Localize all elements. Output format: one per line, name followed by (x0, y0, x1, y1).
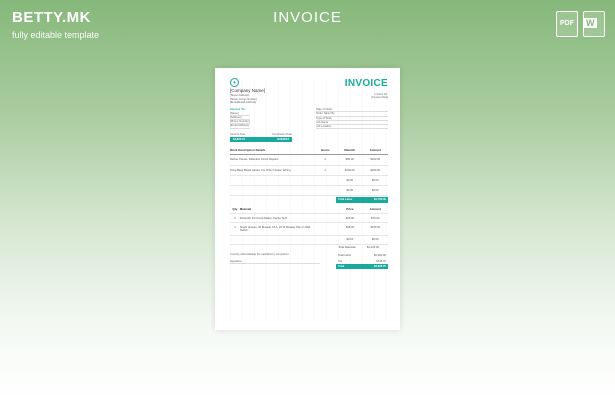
amount-due-label: Amount Due (230, 133, 245, 137)
format-icons: PDF W (556, 11, 605, 37)
table-row: Tiling Base Board Heater, For Other Heat… (230, 166, 388, 176)
completion-date-label: Completion Date (271, 133, 292, 137)
amount-due-block: Amount Due Completion Date $4,825.70 4/2… (230, 133, 292, 142)
tax-value: $145.70 (376, 259, 386, 263)
total-materials-value: $1,225.00 (367, 246, 379, 250)
company-logo-icon: ✦ (230, 78, 239, 87)
completion-date-value: 4/22/2016 (277, 137, 289, 141)
materials-table-header: Qty Material Price Amount (230, 207, 388, 215)
grand-total-box: Total $3,025.70 (336, 263, 388, 269)
work-desc (230, 189, 313, 192)
table-row: $0.00 $0.00 (230, 236, 388, 246)
bill-to: Invoice To: [Name] [Address] [Phone Numb… (230, 107, 250, 129)
work-rate: $100.00 (344, 168, 355, 172)
invoice-meta: INVOICE Invoice No. [Invoice Date] (345, 78, 388, 104)
mat-qty (230, 238, 240, 241)
invoice-title: INVOICE (344, 78, 388, 89)
mat-qty: 3 (234, 216, 236, 220)
work-rate: $0.00 (346, 189, 354, 193)
total-labor-box: Total Labor $1,700.00 (336, 197, 388, 203)
work-table: Work Description Details Hours Rate/Hr A… (230, 148, 388, 203)
work-amount: $200.00 (370, 168, 381, 172)
table-row: 4 Single phases, 30 Breaker 15 A, 20 W B… (230, 223, 388, 236)
work-col-rate: Rate/Hr (344, 148, 356, 153)
work-desc: Tiling Base Board Heater, For Other Heat… (230, 168, 291, 172)
table-row: $0.00 $0.00 (230, 186, 388, 197)
mat-price: $0.00 (346, 238, 354, 242)
materials-table: Qty Material Price Amount 3 Durbutter 3/… (230, 207, 388, 250)
mat-desc: Single phases, 30 Breaker 15 A, 20 W Bre… (239, 225, 311, 233)
pdf-icon[interactable]: PDF (556, 11, 578, 37)
company-line: [Email/Email Address] (230, 100, 257, 104)
mat-col-material: Material (239, 207, 252, 211)
work-table-header: Work Description Details Hours Rate/Hr A… (230, 148, 388, 156)
invoice-date-label: [Invoice Date] (371, 96, 388, 100)
word-label: W (584, 18, 597, 28)
bill-line: [Email Address] (230, 124, 250, 129)
bill-section: Invoice To: [Name] [Address] [Phone Numb… (230, 107, 388, 130)
mat-amount: $150.00 (370, 225, 381, 229)
work-hours: 2 (324, 168, 326, 172)
company-block: ✦ [Company Name] [Street Address] [Stree… (230, 78, 265, 104)
signature-label: Signature (230, 260, 320, 264)
work-col-desc: Work Description Details (230, 148, 266, 153)
total-labor-value: $1,700.00 (374, 198, 386, 202)
table-row: $0.00 $0.00 (230, 176, 388, 187)
work-hours: 2 (324, 158, 326, 162)
total-labor-label: Total Labor (338, 198, 353, 202)
work-col-amount: Amount (369, 148, 381, 153)
total-materials-label: Total Materials (338, 246, 356, 250)
mat-price: $38.00 (345, 225, 354, 229)
summary-section: I hereby acknowledge the satisfactory co… (230, 253, 388, 269)
mat-desc: Durbutter 3/4 Conta Maker, Cache Tech (239, 216, 288, 220)
work-amount: $100.00 (370, 158, 381, 162)
work-amount: $0.00 (371, 178, 379, 182)
mat-desc (240, 238, 313, 241)
doc-header: ✦ [Company Name] [Street Address] [Stree… (230, 78, 388, 104)
work-amount: $0.00 (371, 189, 379, 193)
invoice-preview[interactable]: ✦ [Company Name] [Street Address] [Stree… (215, 68, 400, 330)
total-labor-row: Total Labor $1,700.00 (230, 197, 388, 203)
mat-amount: $75.00 (371, 216, 380, 220)
company-name: [Company Name] (230, 88, 266, 93)
ack-text: I hereby acknowledge the satisfactory co… (230, 253, 289, 257)
amount-due-bar: $4,825.70 4/22/2016 (230, 136, 292, 142)
brand-tagline: fully editable template (12, 30, 100, 40)
subtotal-value: $2,900.00 (374, 254, 386, 258)
mat-col-qty: Qty (232, 207, 238, 211)
mat-price: $25.00 (345, 216, 354, 220)
mat-qty: 4 (234, 225, 236, 229)
total-materials-row: Total Materials $1,225.00 (230, 246, 388, 249)
order-line: Job Location (316, 125, 388, 130)
mat-col-price: Price (346, 207, 354, 211)
work-rate: $0.00 (346, 178, 354, 182)
totals: Total Labor $2,900.00 Tax $145.70 Total … (336, 253, 388, 269)
tax-label: Tax (338, 259, 343, 263)
grand-total-value: $3,025.70 (374, 264, 386, 268)
work-col-hours: Hours (320, 148, 330, 153)
work-rate: $50.00 (345, 158, 354, 162)
pdf-label: PDF (560, 20, 574, 27)
mat-col-amount: Amount (369, 207, 381, 211)
work-hours (313, 179, 337, 182)
table-row: Deliver Panels, Defective Circuit Repair… (230, 155, 388, 166)
grand-total-label: Total (338, 264, 345, 268)
work-desc (230, 179, 313, 182)
acknowledgement: I hereby acknowledge the satisfactory co… (230, 253, 320, 269)
subtotal-label: Total Labor (338, 254, 352, 258)
table-row: 3 Durbutter 3/4 Conta Maker, Cache Tech … (230, 214, 388, 224)
mat-amount: $0.00 (371, 238, 379, 242)
word-icon[interactable]: W (583, 11, 605, 37)
amount-due-value: $4,825.70 (233, 137, 245, 141)
order-details: Date of Order Order Taken By Type of Wor… (316, 108, 388, 130)
work-hours (313, 189, 337, 192)
page-title: INVOICE (273, 9, 342, 26)
work-desc: Deliver Panels, Defective Circuit Repair… (230, 158, 279, 162)
